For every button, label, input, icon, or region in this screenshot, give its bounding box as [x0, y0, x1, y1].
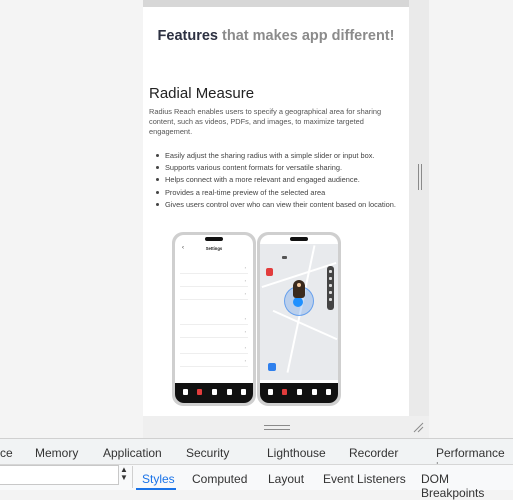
- settings-row: ›: [180, 290, 248, 300]
- flag-icon: [197, 389, 202, 395]
- feature-item: Gives users control over who can view th…: [156, 199, 409, 210]
- settings-row: ›: [180, 315, 248, 325]
- locate-icon: [268, 363, 276, 371]
- phone-notch: [290, 237, 308, 241]
- map-controls: [327, 266, 334, 310]
- phone-tab-bar: [260, 383, 338, 403]
- user-avatar-pin: [293, 280, 305, 298]
- spinner-icon[interactable]: ▲ ▼: [118, 466, 130, 482]
- device-preview: Features that makes app different! Radia…: [143, 0, 409, 416]
- menu-icon: [326, 389, 331, 395]
- phone-notch: [205, 237, 223, 241]
- heading-prefix: Features: [157, 28, 218, 44]
- brand-badge-icon: [266, 268, 273, 276]
- phone-mockup-map: [257, 232, 341, 406]
- phone-screen: ‹ Settings › › › › › › ›: [175, 235, 253, 403]
- devtools-tab-bar: ce Memory Application Security Lighthous…: [0, 438, 513, 474]
- settings-row: ›: [180, 344, 248, 354]
- settings-row: ›: [180, 264, 248, 274]
- feature-item: Easily adjust the sharing radius with a …: [156, 150, 409, 162]
- tab-performance-partial[interactable]: ce: [0, 446, 13, 460]
- camera-icon: [212, 389, 217, 395]
- subtab-event-listeners[interactable]: Event Listeners: [323, 472, 406, 486]
- phone-mockup-settings: ‹ Settings › › › › › › ›: [172, 232, 256, 406]
- search-icon: [282, 256, 287, 259]
- resize-corner-icon[interactable]: [412, 421, 424, 433]
- phone-screen: [260, 235, 338, 403]
- feature-list: Easily adjust the sharing radius with a …: [149, 150, 409, 210]
- features-heading: Features that makes app different!: [143, 28, 409, 44]
- pane-divider: [132, 466, 133, 488]
- settings-row: ›: [180, 328, 248, 338]
- settings-title: Settings: [205, 246, 223, 251]
- subtab-styles[interactable]: Styles: [142, 472, 175, 486]
- filter-input[interactable]: [0, 465, 119, 485]
- map-view: [260, 244, 338, 380]
- plus-icon: [227, 389, 232, 395]
- subtab-dom-breakpoints[interactable]: DOM Breakpoints: [421, 472, 513, 500]
- heading-suffix: that makes app different!: [222, 28, 395, 44]
- tab-memory[interactable]: Memory: [35, 446, 78, 460]
- tab-security[interactable]: Security: [186, 446, 229, 460]
- location-icon: [268, 389, 273, 395]
- phone-tab-bar: [175, 383, 253, 403]
- tab-recorder[interactable]: Recorder: [349, 446, 398, 460]
- device-top-bar: [143, 0, 409, 7]
- plus-icon: [312, 389, 317, 395]
- section-description: Radius Reach enables users to specify a …: [149, 107, 382, 137]
- resize-right-gutter: [409, 0, 429, 416]
- location-icon: [183, 389, 188, 395]
- tab-application[interactable]: Application: [103, 446, 162, 460]
- section-title: Radial Measure: [149, 85, 255, 102]
- feature-item: Helps connect with a more relevant and e…: [156, 174, 409, 186]
- feature-item: Provides a real-time preview of the sele…: [156, 187, 409, 199]
- flag-icon: [282, 389, 287, 395]
- menu-icon: [241, 389, 246, 395]
- radius-center: [293, 297, 303, 307]
- resize-handle-right[interactable]: [418, 164, 422, 190]
- subtab-layout[interactable]: Layout: [268, 472, 304, 486]
- settings-row: ›: [180, 277, 248, 287]
- tab-lighthouse[interactable]: Lighthouse: [267, 446, 326, 460]
- settings-row: ›: [180, 357, 248, 367]
- feature-item: Supports various content formats for ver…: [156, 162, 409, 174]
- camera-icon: [297, 389, 302, 395]
- subtab-computed[interactable]: Computed: [192, 472, 247, 486]
- resize-handle-bottom[interactable]: [264, 425, 290, 430]
